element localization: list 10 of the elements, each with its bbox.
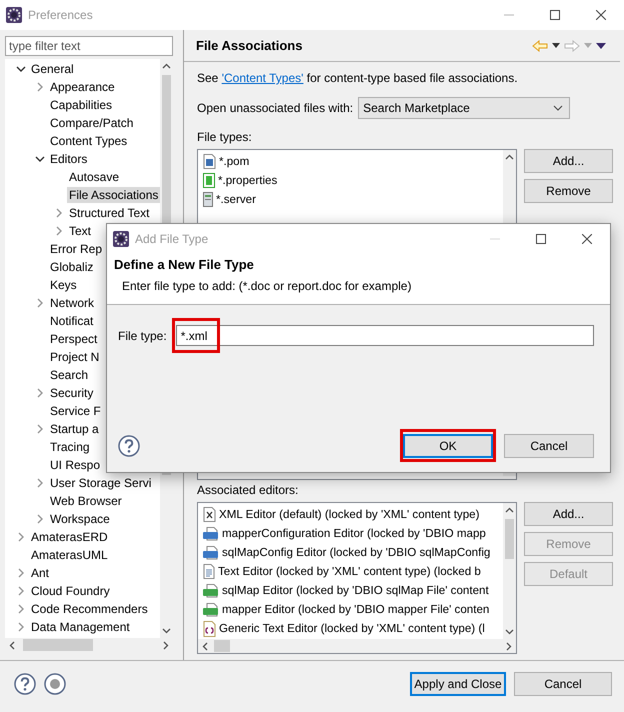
section-label: File types: — [197, 129, 253, 145]
dialog-heading: Define a New File Type — [114, 256, 255, 274]
dialog-description: Enter file type to add: (*.doc or report.doc for example) — [122, 278, 412, 294]
window-title: Preferences — [28, 8, 93, 22]
dialog-title: Add File Type — [135, 232, 208, 246]
intro-text: See 'Content Types' for content-type based file associations. — [197, 70, 519, 87]
section-label: Associated editors: — [197, 482, 300, 498]
field-label: File type: — [118, 328, 167, 344]
page-title: File Associations — [196, 38, 302, 53]
field-label: Open unassociated files with: — [197, 100, 354, 116]
